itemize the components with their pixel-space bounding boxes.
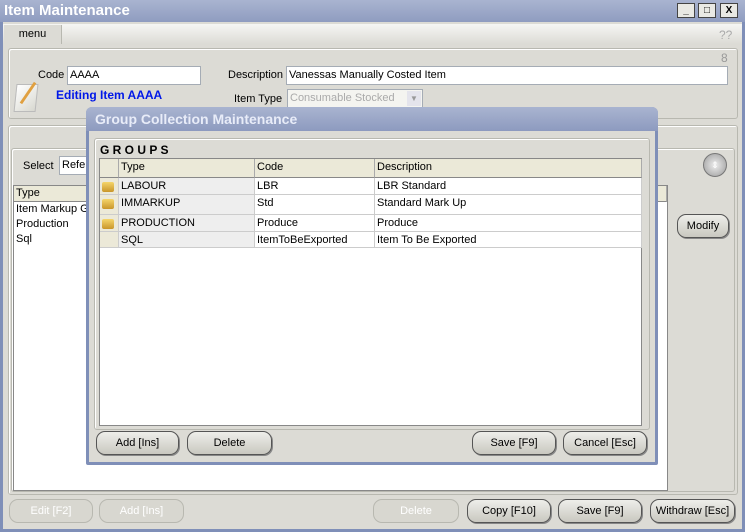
cell-code: LBR <box>255 178 375 195</box>
save-button[interactable]: Save [F9] <box>558 499 642 523</box>
help-link[interactable]: ?? <box>719 28 732 42</box>
grid-header-description[interactable]: Description <box>375 159 642 178</box>
window-title: Item Maintenance <box>4 2 130 19</box>
cell-description: LBR Standard <box>375 178 642 195</box>
edit-button[interactable]: Edit [F2] <box>9 499 93 523</box>
cell-type: SQL <box>119 232 255 248</box>
dialog-cancel-button[interactable]: Cancel [Esc] <box>563 431 647 455</box>
modify-button[interactable]: Modify <box>677 214 729 238</box>
scroll-updown-icon[interactable]: ⇕ <box>703 153 727 177</box>
withdraw-button[interactable]: Withdraw [Esc] <box>650 499 735 523</box>
item-type-label: Item Type <box>234 93 283 105</box>
code-input[interactable]: AAAA <box>67 66 201 85</box>
cell-description: Standard Mark Up <box>375 195 642 215</box>
key-icon <box>102 199 114 209</box>
grid-header-type[interactable]: Type <box>119 159 255 178</box>
chevron-down-icon: ▼ <box>407 91 421 106</box>
table-row[interactable]: LABOUR LBR LBR Standard <box>100 178 642 195</box>
table-row[interactable]: IMMARKUP Std Standard Mark Up <box>100 195 642 215</box>
group-collection-dialog: Group Collection Maintenance G R O U P S… <box>86 107 658 465</box>
cell-code: ItemToBeExported <box>255 232 375 248</box>
minimize-button[interactable]: _ <box>677 3 695 18</box>
dialog-save-button[interactable]: Save [F9] <box>472 431 556 455</box>
menu-button[interactable]: menu <box>4 25 62 44</box>
cell-type: IMMARKUP <box>119 195 255 215</box>
dialog-body: G R O U P S Type Code Description LABOUR… <box>89 131 655 462</box>
grid-header-icon <box>100 159 119 178</box>
delete-button[interactable]: Delete <box>373 499 459 523</box>
cell-code: Produce <box>255 215 375 232</box>
table-row[interactable]: PRODUCTION Produce Produce <box>100 215 642 232</box>
title-bar: Item Maintenance <box>0 0 745 22</box>
cell-description: Item To Be Exported <box>375 232 642 248</box>
close-button[interactable]: X <box>720 3 738 18</box>
editing-status: Editing Item AAAA <box>56 88 163 102</box>
dialog-title: Group Collection Maintenance <box>86 107 658 131</box>
table-row[interactable]: SQL ItemToBeExported Item To Be Exported <box>100 232 642 248</box>
record-counter: 8 <box>721 51 728 65</box>
dialog-add-button[interactable]: Add [Ins] <box>96 431 179 455</box>
item-type-value: Consumable Stocked <box>290 92 395 104</box>
copy-button[interactable]: Copy [F10] <box>467 499 551 523</box>
cell-code: Std <box>255 195 375 215</box>
code-label: Code <box>38 69 65 81</box>
cell-description: Produce <box>375 215 642 232</box>
description-input[interactable]: Vanessas Manually Costed Item <box>286 66 728 85</box>
add-button[interactable]: Add [Ins] <box>99 499 184 523</box>
key-icon <box>102 219 114 229</box>
key-icon <box>102 182 114 192</box>
menu-bar <box>3 24 742 44</box>
groups-heading: G R O U P S <box>100 143 169 157</box>
grid-header-code[interactable]: Code <box>255 159 375 178</box>
notepad-icon <box>13 81 39 112</box>
cell-type: LABOUR <box>119 178 255 195</box>
item-type-select[interactable]: Consumable Stocked ▼ <box>287 89 423 108</box>
groups-grid: Type Code Description LABOUR LBR LBR Sta… <box>99 158 642 426</box>
select-label: Select <box>23 160 54 172</box>
maximize-button[interactable]: □ <box>698 3 716 18</box>
cell-type: PRODUCTION <box>119 215 255 232</box>
description-label: Description <box>228 69 284 81</box>
dialog-delete-button[interactable]: Delete <box>187 431 272 455</box>
